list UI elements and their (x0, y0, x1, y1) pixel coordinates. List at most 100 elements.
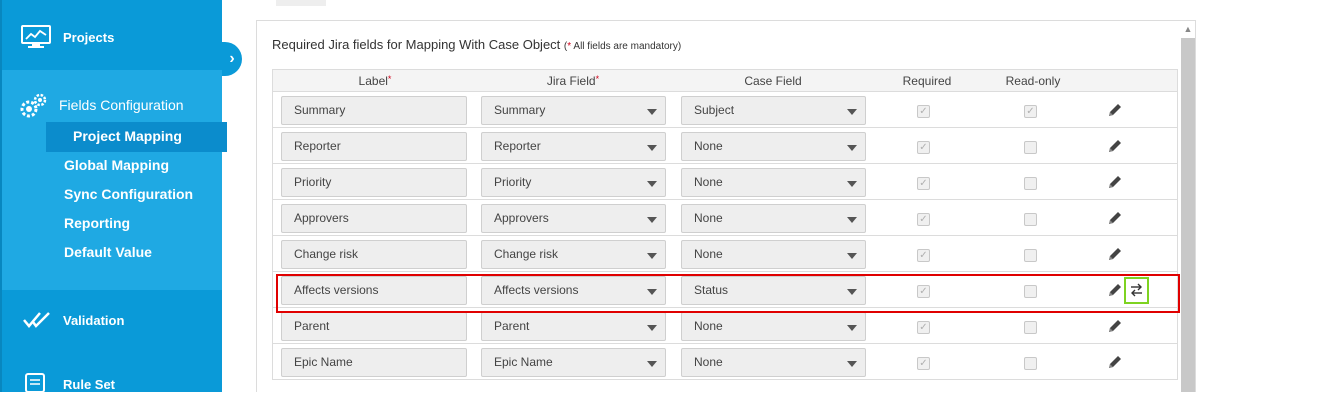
read-only-checkbox[interactable] (1024, 321, 1037, 334)
gears-icon (20, 93, 47, 118)
required-checkbox[interactable]: ✓ (917, 321, 930, 334)
sidebar-item-fields-configuration[interactable]: Fields Configuration (59, 97, 184, 113)
jira-field-value: Summary (494, 103, 546, 117)
label-field[interactable]: Reporter (281, 132, 467, 161)
table-row: Epic Name Epic Name None ✓ (272, 344, 1178, 380)
header-required: Required (902, 74, 952, 88)
label-field[interactable]: Change risk (281, 240, 467, 269)
sidebar-item-sync-configuration[interactable]: Sync Configuration (64, 186, 193, 202)
case-field-select[interactable]: None (681, 168, 866, 197)
scroll-icon (25, 373, 45, 393)
required-checkbox[interactable]: ✓ (917, 177, 930, 190)
label-field[interactable]: Parent (281, 312, 467, 341)
required-checkbox[interactable]: ✓ (917, 213, 930, 226)
read-only-checkbox[interactable] (1024, 249, 1037, 262)
sidebar-item-global-mapping[interactable]: Global Mapping (64, 157, 169, 173)
case-field-value: None (694, 139, 723, 153)
jira-field-value: Priority (494, 175, 532, 189)
pencil-icon[interactable] (1107, 210, 1123, 226)
section-title: Required Jira fields for Mapping With Ca… (272, 37, 681, 52)
read-only-checkbox[interactable] (1024, 357, 1037, 370)
sidebar-edge (0, 0, 2, 392)
case-field-select[interactable]: None (681, 240, 866, 269)
sidebar-item-default-value[interactable]: Default Value (64, 244, 152, 260)
caret-down-icon (847, 145, 857, 151)
read-only-checkbox[interactable] (1024, 213, 1037, 226)
highlighted-row-box (276, 274, 1180, 313)
read-only-checkbox[interactable]: ✓ (1024, 105, 1037, 118)
jira-field-select[interactable]: Epic Name (481, 348, 666, 377)
pencil-icon[interactable] (1107, 246, 1123, 262)
caret-down-icon (647, 145, 657, 151)
table-row: Approvers Approvers None ✓ (272, 200, 1178, 236)
jira-field-value: Approvers (494, 211, 549, 225)
required-checkbox[interactable]: ✓ (917, 249, 930, 262)
table-row: Reporter Reporter None ✓ (272, 128, 1178, 164)
label-field[interactable]: Approvers (281, 204, 467, 233)
pencil-icon[interactable] (1107, 138, 1123, 154)
section-title-text: Required Jira fields for Mapping With Ca… (272, 37, 561, 52)
required-checkbox[interactable]: ✓ (917, 357, 930, 370)
jira-field-select[interactable]: Reporter (481, 132, 666, 161)
label-field[interactable]: Summary (281, 96, 467, 125)
header-read-only: Read-only (1005, 74, 1061, 88)
sidebar-item-projects[interactable]: Projects (63, 30, 114, 45)
double-check-icon (23, 312, 50, 328)
jira-field-select[interactable]: Approvers (481, 204, 666, 233)
case-field-select[interactable]: None (681, 312, 866, 341)
case-field-value: None (694, 355, 723, 369)
caret-down-icon (647, 181, 657, 187)
pencil-icon[interactable] (1107, 174, 1123, 190)
jira-field-select[interactable]: Parent (481, 312, 666, 341)
sidebar-item-validation[interactable]: Validation (63, 313, 124, 328)
jira-field-value: Reporter (494, 139, 541, 153)
caret-down-icon (647, 109, 657, 115)
scroll-up-icon[interactable]: ▲ (1183, 24, 1193, 34)
pencil-icon[interactable] (1107, 354, 1123, 370)
table-header: Label* Jira Field* Case Field Required R… (272, 69, 1178, 92)
pencil-icon[interactable] (1107, 102, 1123, 118)
case-field-select[interactable]: None (681, 132, 866, 161)
case-field-value: Subject (694, 103, 735, 117)
sync-button[interactable] (1124, 277, 1149, 304)
sidebar-item-reporting[interactable]: Reporting (64, 215, 130, 231)
mandatory-note: (* All fields are mandatory) (563, 41, 682, 52)
caret-down-icon (647, 217, 657, 223)
table-row: Change risk Change risk None ✓ (272, 236, 1178, 272)
sidebar-item-project-mapping[interactable]: Project Mapping (73, 128, 182, 144)
tab-stub (276, 0, 326, 6)
caret-down-icon (647, 253, 657, 259)
header-label: Label* (358, 74, 392, 88)
case-field-value: None (694, 211, 723, 225)
case-field-select[interactable]: None (681, 204, 866, 233)
required-checkbox[interactable]: ✓ (917, 141, 930, 154)
jira-field-select[interactable]: Priority (481, 168, 666, 197)
jira-field-value: Change risk (494, 247, 559, 261)
read-only-checkbox[interactable] (1024, 141, 1037, 154)
required-checkbox[interactable]: ✓ (917, 105, 930, 118)
caret-down-icon (647, 325, 657, 331)
caret-down-icon (847, 325, 857, 331)
sidebar-collapse-button[interactable]: › (222, 42, 242, 76)
caret-down-icon (847, 217, 857, 223)
sidebar-item-rule-set[interactable]: Rule Set (63, 377, 115, 392)
label-field[interactable]: Epic Name (281, 348, 467, 377)
case-field-select[interactable]: Subject (681, 96, 866, 125)
header-jira-field: Jira Field* (546, 74, 600, 88)
read-only-checkbox[interactable] (1024, 177, 1037, 190)
caret-down-icon (847, 253, 857, 259)
pencil-icon[interactable] (1107, 318, 1123, 334)
label-field[interactable]: Priority (281, 168, 467, 197)
caret-down-icon (847, 109, 857, 115)
jira-field-select[interactable]: Change risk (481, 240, 666, 269)
scrollbar[interactable] (1181, 38, 1195, 392)
case-field-select[interactable]: None (681, 348, 866, 377)
caret-down-icon (647, 361, 657, 367)
jira-field-select[interactable]: Summary (481, 96, 666, 125)
caret-down-icon (847, 361, 857, 367)
table-row: Parent Parent None ✓ (272, 308, 1178, 344)
caret-down-icon (847, 181, 857, 187)
case-field-value: None (694, 319, 723, 333)
table-row: Priority Priority None ✓ (272, 164, 1178, 200)
table-row: Summary Summary Subject ✓ ✓ (272, 92, 1178, 128)
